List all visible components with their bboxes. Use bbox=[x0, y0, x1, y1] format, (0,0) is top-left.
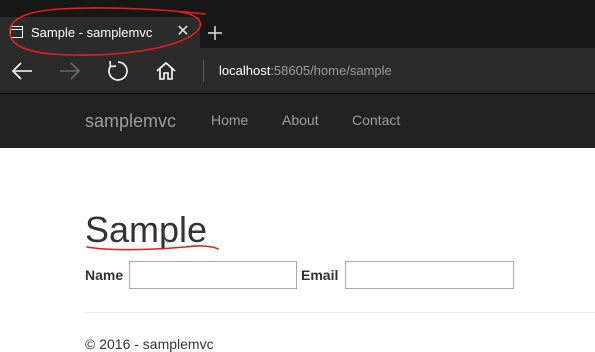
footer-divider bbox=[85, 312, 595, 313]
page-title: Sample bbox=[85, 209, 208, 250]
browser-tab[interactable]: Sample - samplemvc ✕ bbox=[0, 17, 200, 48]
nav-link-about[interactable]: About bbox=[282, 112, 319, 128]
nav-link-contact[interactable]: Contact bbox=[352, 112, 400, 128]
browser-tab-strip: Sample - samplemvc ✕ bbox=[0, 0, 595, 48]
address-path: :58605/home/sample bbox=[270, 63, 392, 78]
nav-link-home[interactable]: Home bbox=[211, 112, 248, 128]
footer-text: © 2016 - samplemvc bbox=[85, 336, 214, 352]
name-label: Name bbox=[85, 267, 124, 283]
browser-toolbar: localhost:58605/home/sample bbox=[0, 48, 595, 93]
email-input[interactable] bbox=[345, 261, 514, 289]
address-bar[interactable]: localhost:58605/home/sample bbox=[219, 63, 392, 78]
tab-page-icon bbox=[10, 26, 23, 38]
address-divider bbox=[203, 60, 204, 82]
site-navbar: samplemvc Home About Contact bbox=[0, 93, 595, 148]
tab-title: Sample - samplemvc bbox=[31, 25, 153, 40]
refresh-icon[interactable] bbox=[106, 59, 130, 83]
site-brand-link[interactable]: samplemvc bbox=[85, 111, 176, 132]
new-tab-plus-icon[interactable] bbox=[206, 24, 224, 42]
address-host: localhost bbox=[219, 63, 271, 78]
home-icon[interactable] bbox=[154, 59, 178, 83]
name-input[interactable] bbox=[129, 261, 297, 289]
close-tab-icon[interactable]: ✕ bbox=[176, 24, 190, 40]
forward-arrow-icon[interactable] bbox=[58, 59, 82, 83]
back-arrow-icon[interactable] bbox=[10, 59, 34, 83]
email-label: Email bbox=[301, 267, 339, 283]
